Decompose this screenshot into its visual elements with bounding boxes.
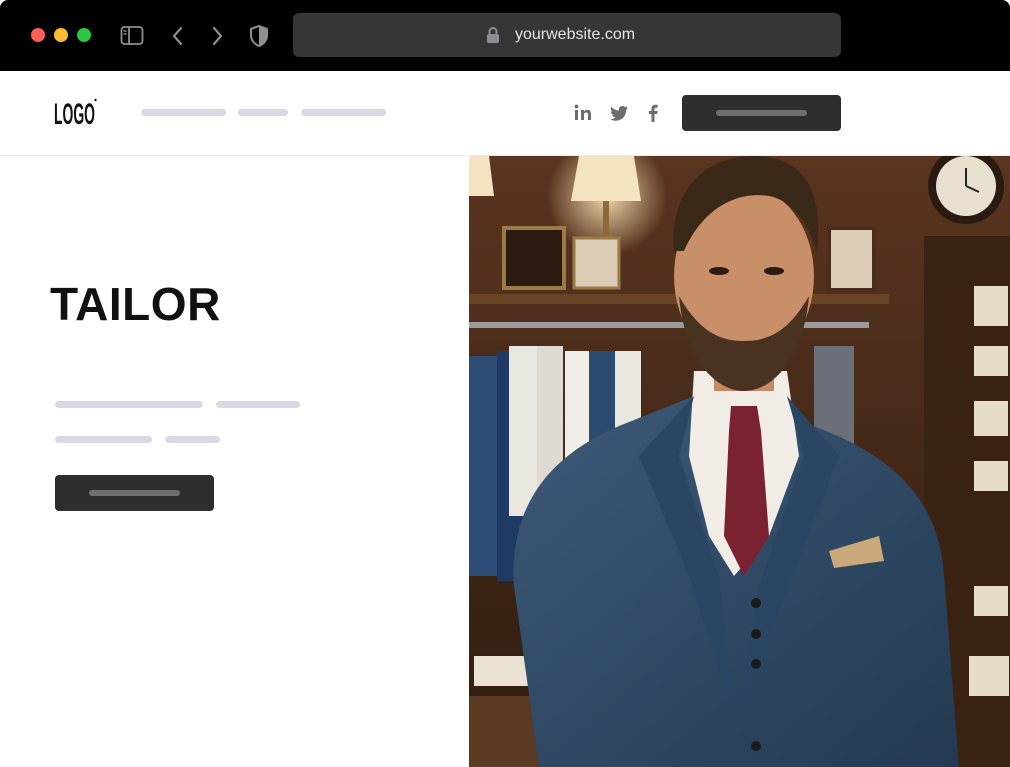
svg-text:LOGO: LOGO — [54, 98, 95, 129]
text-placeholder-line — [55, 401, 203, 408]
lock-icon — [487, 27, 499, 43]
twitter-icon[interactable] — [609, 103, 629, 123]
site-header: LOGO — [0, 71, 1010, 156]
hero-title: TAILOR — [50, 278, 221, 330]
minimize-window-button[interactable] — [54, 28, 68, 42]
address-bar[interactable]: yourwebsite.com — [293, 13, 841, 57]
close-window-button[interactable] — [31, 28, 45, 42]
text-placeholder-line — [165, 436, 220, 443]
hero-image — [469, 156, 1010, 767]
button-label-placeholder — [89, 490, 180, 496]
nav-link-placeholder[interactable] — [141, 109, 226, 116]
forward-icon[interactable] — [205, 24, 229, 48]
text-placeholder-line — [55, 436, 152, 443]
header-cta-button[interactable] — [682, 95, 841, 131]
tailor-photo — [469, 156, 1010, 767]
shield-icon[interactable] — [247, 24, 271, 48]
nav-link-placeholder[interactable] — [301, 109, 386, 116]
facebook-icon[interactable] — [643, 103, 663, 123]
nav-link-placeholder[interactable] — [238, 109, 288, 116]
text-placeholder-line — [216, 401, 300, 408]
logo[interactable]: LOGO — [54, 97, 98, 129]
maximize-window-button[interactable] — [77, 28, 91, 42]
browser-toolbar: yourwebsite.com — [0, 0, 1010, 71]
back-icon[interactable] — [166, 24, 190, 48]
hero-cta-button[interactable] — [55, 475, 214, 511]
button-label-placeholder — [716, 110, 807, 116]
linkedin-icon[interactable] — [573, 103, 593, 123]
url-text: yourwebsite.com — [515, 26, 636, 43]
sidebar-icon[interactable] — [120, 24, 144, 48]
